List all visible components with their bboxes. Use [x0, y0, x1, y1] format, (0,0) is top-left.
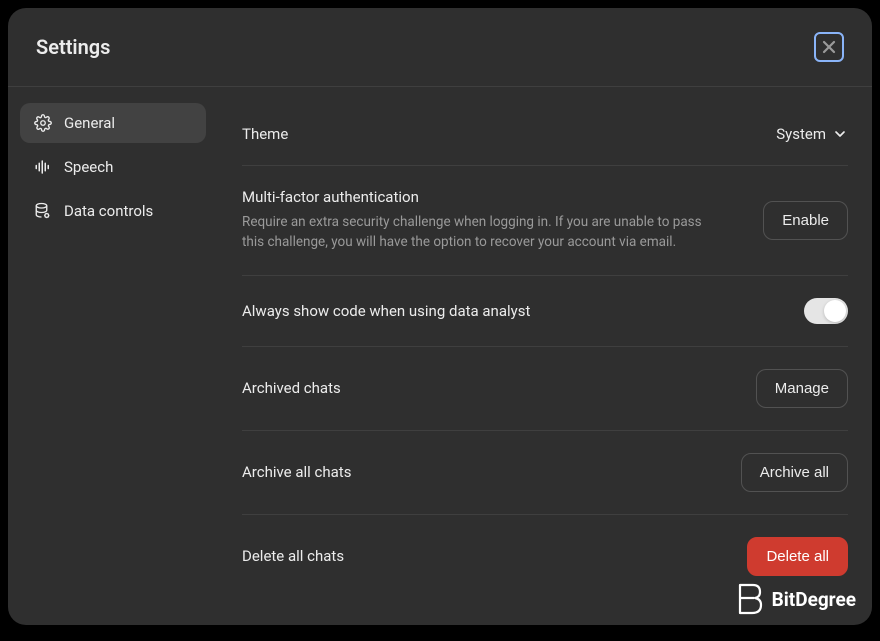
- sidebar-item-label: General: [64, 114, 115, 132]
- watermark: BitDegree: [736, 583, 856, 615]
- theme-select[interactable]: System: [776, 125, 848, 143]
- database-icon: [34, 202, 52, 220]
- theme-value: System: [776, 125, 826, 143]
- always-code-toggle[interactable]: [804, 298, 848, 324]
- sidebar-item-data-controls[interactable]: Data controls: [20, 191, 206, 231]
- mfa-enable-button[interactable]: Enable: [763, 201, 848, 240]
- row-mfa: Multi-factor authentication Require an e…: [242, 166, 848, 276]
- settings-content: Theme System Multi-factor authentication…: [218, 87, 872, 625]
- row-archive-all: Archive all chats Archive all: [242, 431, 848, 515]
- delete-all-label: Delete all chats: [242, 547, 731, 565]
- toggle-knob: [824, 300, 846, 322]
- archived-chats-label: Archived chats: [242, 379, 740, 397]
- always-code-label: Always show code when using data analyst: [242, 302, 788, 320]
- gear-icon: [34, 114, 52, 132]
- row-always-code: Always show code when using data analyst: [242, 276, 848, 347]
- archive-all-label: Archive all chats: [242, 463, 725, 481]
- watermark-text: BitDegree: [772, 588, 856, 611]
- row-theme: Theme System: [242, 103, 848, 166]
- sidebar-item-label: Speech: [64, 158, 113, 176]
- settings-modal: Settings General Speech: [8, 8, 872, 625]
- chevron-down-icon: [832, 126, 848, 142]
- sidebar: General Speech Data controls: [8, 87, 218, 625]
- sidebar-item-speech[interactable]: Speech: [20, 147, 206, 187]
- close-button[interactable]: [814, 32, 844, 62]
- row-archived-chats: Archived chats Manage: [242, 347, 848, 431]
- sidebar-item-label: Data controls: [64, 202, 153, 220]
- page-title: Settings: [36, 35, 110, 59]
- mfa-label: Multi-factor authentication: [242, 188, 747, 206]
- modal-body: General Speech Data controls Theme: [8, 87, 872, 625]
- sidebar-item-general[interactable]: General: [20, 103, 206, 143]
- close-icon: [821, 39, 837, 55]
- speech-icon: [34, 158, 52, 176]
- delete-all-button[interactable]: Delete all: [747, 537, 848, 576]
- bitdegree-logo-icon: [736, 583, 764, 615]
- modal-header: Settings: [8, 8, 872, 87]
- mfa-description: Require an extra security challenge when…: [242, 212, 702, 253]
- theme-label: Theme: [242, 125, 760, 143]
- archived-manage-button[interactable]: Manage: [756, 369, 848, 408]
- archive-all-button[interactable]: Archive all: [741, 453, 848, 492]
